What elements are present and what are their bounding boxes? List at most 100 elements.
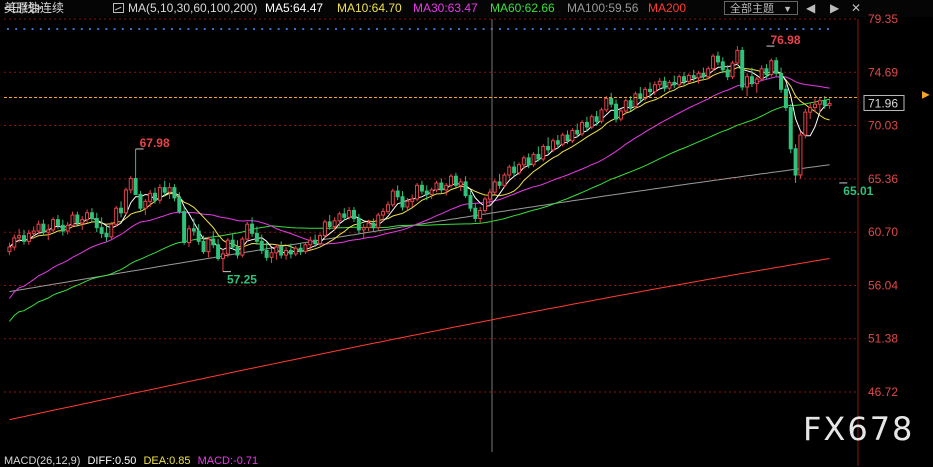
marker-dot xyxy=(441,28,444,30)
candle-body xyxy=(526,157,531,166)
candle-body xyxy=(65,224,70,232)
marker-dot xyxy=(7,28,9,30)
candle-body xyxy=(808,107,813,113)
extreme-label: 57.25 xyxy=(227,273,257,287)
candle-body xyxy=(759,68,764,80)
marker-dot xyxy=(704,28,706,30)
candle-body xyxy=(133,177,138,195)
candle-body xyxy=(473,207,478,219)
candle-body xyxy=(41,223,46,233)
candle-body xyxy=(172,187,177,199)
candle-body xyxy=(235,246,240,256)
y-tick-label: 51.38 xyxy=(868,332,898,346)
macd-header: MACD(26,12,9) DIFF:0.50 DEA:0.85 MACD:-0… xyxy=(4,455,262,467)
marker-dot xyxy=(228,28,231,30)
candle-body xyxy=(584,121,589,128)
marker-dot xyxy=(654,28,657,30)
marker-dot xyxy=(244,28,247,30)
candle-body xyxy=(347,209,352,218)
candle-body xyxy=(735,49,740,64)
candle-body xyxy=(560,134,565,145)
marker-dot xyxy=(687,28,690,30)
marker-dot xyxy=(154,28,157,30)
marker-dot xyxy=(318,28,321,30)
candle-body xyxy=(303,244,308,253)
marker-dot xyxy=(786,28,788,30)
marker-dot xyxy=(343,28,346,30)
candle-body xyxy=(667,81,672,89)
candle-body xyxy=(788,107,793,150)
marker-dot xyxy=(220,28,223,30)
candle-body xyxy=(405,200,410,208)
candle-body xyxy=(614,103,619,120)
marker-dot xyxy=(408,28,411,30)
marker-dot xyxy=(802,28,805,30)
candle-body xyxy=(12,237,17,248)
candle-body xyxy=(361,227,366,231)
marker-dot xyxy=(187,28,190,30)
marker-dot xyxy=(679,28,682,30)
marker-dot xyxy=(269,28,272,30)
marker-dot xyxy=(695,28,698,30)
candle-body xyxy=(177,197,182,213)
marker-dot xyxy=(15,28,18,30)
candle-body xyxy=(691,75,696,79)
candle-body xyxy=(162,187,167,193)
candle-body xyxy=(366,222,371,229)
marker-dot xyxy=(449,28,452,30)
candle-body xyxy=(337,213,342,222)
candle-body xyxy=(279,246,284,256)
marker-dot xyxy=(171,28,173,30)
marker-dot xyxy=(351,28,354,30)
candle-body xyxy=(153,192,158,201)
extreme-label: 76.98 xyxy=(770,33,800,47)
candle-body xyxy=(764,68,769,75)
candle-body xyxy=(483,198,488,211)
marker-dot xyxy=(745,28,747,30)
watermark: FX678 xyxy=(803,410,915,448)
candle-body xyxy=(657,80,662,86)
candle-body xyxy=(793,148,798,176)
candle-body xyxy=(686,75,691,82)
candle-body xyxy=(594,116,599,122)
candle-body xyxy=(550,140,555,151)
candlestick-chart[interactable]: 79.3574.6970.0365.3660.7056.0451.3846.72… xyxy=(0,0,933,466)
marker-dot xyxy=(261,28,264,30)
candle-body xyxy=(70,214,75,226)
marker-dot xyxy=(458,28,460,30)
candle-body xyxy=(225,239,230,255)
marker-dot xyxy=(531,28,534,30)
candle-body xyxy=(400,196,405,208)
y-tick-label: 79.35 xyxy=(868,12,898,26)
marker-dot xyxy=(671,28,674,30)
candle-body xyxy=(434,182,439,191)
marker-dot xyxy=(335,28,337,30)
candle-body xyxy=(415,184,420,200)
candle-body xyxy=(157,187,162,201)
marker-dot xyxy=(613,28,616,30)
candle-body xyxy=(754,78,759,85)
marker-dot xyxy=(581,28,583,30)
candle-body xyxy=(730,62,735,78)
candle-body xyxy=(449,175,454,186)
candle-body xyxy=(531,153,536,166)
candle-body xyxy=(715,55,720,63)
marker-dot xyxy=(113,28,116,30)
candle-body xyxy=(599,109,604,122)
marker-dot xyxy=(367,28,370,30)
candle-body xyxy=(167,187,172,193)
candle-body xyxy=(395,190,400,198)
candle-body xyxy=(293,247,298,255)
candle-body xyxy=(89,212,94,219)
marker-dot xyxy=(384,28,387,30)
y-tick-label: 56.04 xyxy=(868,278,898,292)
candle-body xyxy=(109,223,114,238)
candle-body xyxy=(589,116,594,128)
marker-dot xyxy=(392,28,395,30)
candle-body xyxy=(148,192,153,202)
marker-dot xyxy=(203,28,206,30)
candle-body xyxy=(783,88,788,109)
marker-dot xyxy=(39,28,42,30)
candle-body xyxy=(104,232,109,238)
candle-body xyxy=(677,76,682,86)
